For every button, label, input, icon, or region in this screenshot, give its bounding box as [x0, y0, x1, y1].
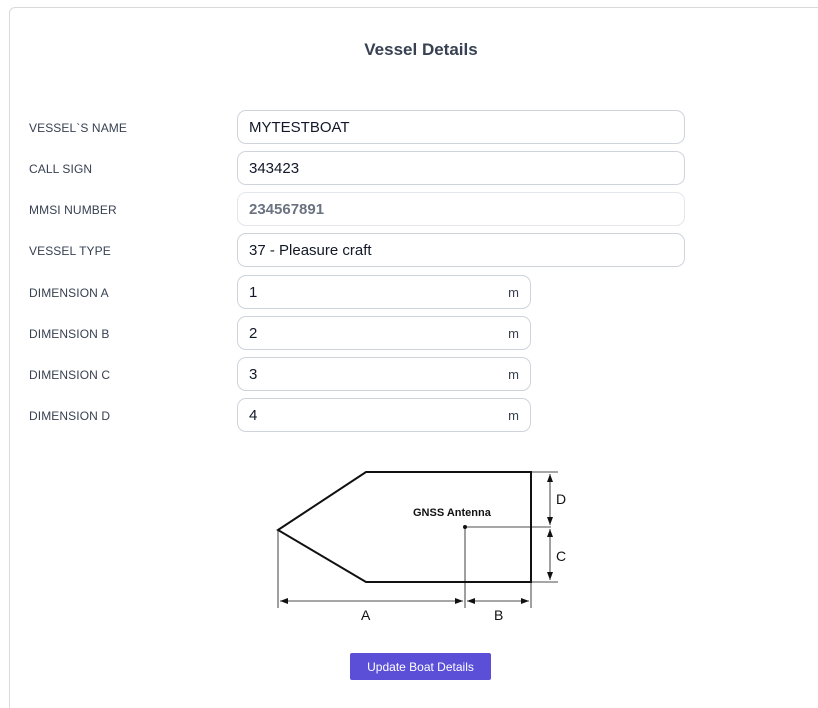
dimension-a-input[interactable]: 1 m: [237, 275, 531, 309]
vessel-name-value: MYTESTBOAT: [249, 118, 350, 136]
dimension-a-label: DIMENSION A: [29, 286, 109, 300]
dimension-b-arrow-right: [521, 598, 529, 604]
page: Vessel Details VESSEL`S NAME MYTESTBOAT …: [0, 0, 818, 708]
dimension-b-label: DIMENSION B: [29, 327, 110, 341]
call-sign-value: 343423: [249, 159, 300, 177]
call-sign-input[interactable]: 343423: [237, 151, 685, 185]
page-title: Vessel Details: [364, 40, 478, 59]
dimension-c-arrow-top: [547, 529, 553, 537]
dimension-c-unit: m: [508, 366, 519, 382]
diagram-label-c: C: [556, 548, 566, 564]
vessel-name-input[interactable]: MYTESTBOAT: [237, 110, 685, 144]
dimension-b-arrow-left: [467, 598, 475, 604]
diagram-label-b: B: [494, 607, 503, 623]
vessel-type-value: 37 - Pleasure craft: [249, 241, 372, 259]
dimension-b-value: 2: [249, 324, 258, 342]
vessel-type-label: VESSEL TYPE: [29, 244, 111, 258]
dimension-d-arrow-top: [547, 474, 553, 482]
vessel-type-select[interactable]: 37 - Pleasure craft: [237, 233, 685, 267]
call-sign-label: CALL SIGN: [29, 162, 93, 176]
mmsi-label: MMSI NUMBER: [29, 203, 117, 217]
dimension-d-label: DIMENSION D: [29, 409, 111, 423]
gnss-antenna-label: GNSS Antenna: [413, 507, 492, 519]
dimension-c-value: 3: [249, 365, 258, 383]
dimension-a-arrow-right: [455, 598, 463, 604]
dimension-d-input[interactable]: 4 m: [237, 398, 531, 432]
vessel-dimension-diagram: GNSS Antenna A B D C: [276, 471, 566, 623]
diagram-label-a: A: [361, 607, 371, 623]
dimension-c-input[interactable]: 3 m: [237, 357, 531, 391]
mmsi-value: 234567891: [249, 200, 325, 218]
dimension-a-value: 1: [249, 283, 258, 301]
dimension-c-label: DIMENSION C: [29, 368, 111, 382]
update-boat-details-button[interactable]: Update Boat Details: [350, 653, 491, 680]
dimension-d-arrow-bottom: [547, 517, 553, 525]
vessel-name-label: VESSEL`S NAME: [29, 121, 127, 135]
dimension-d-unit: m: [508, 407, 519, 423]
diagram-label-d: D: [556, 491, 566, 507]
dimension-a-arrow-left: [280, 598, 288, 604]
mmsi-input[interactable]: 234567891: [237, 192, 685, 226]
dimension-b-input[interactable]: 2 m: [237, 316, 531, 350]
dimension-d-value: 4: [249, 406, 258, 424]
dimension-a-unit: m: [508, 284, 519, 300]
dimension-b-unit: m: [508, 325, 519, 341]
dimension-c-arrow-bottom: [547, 572, 553, 580]
